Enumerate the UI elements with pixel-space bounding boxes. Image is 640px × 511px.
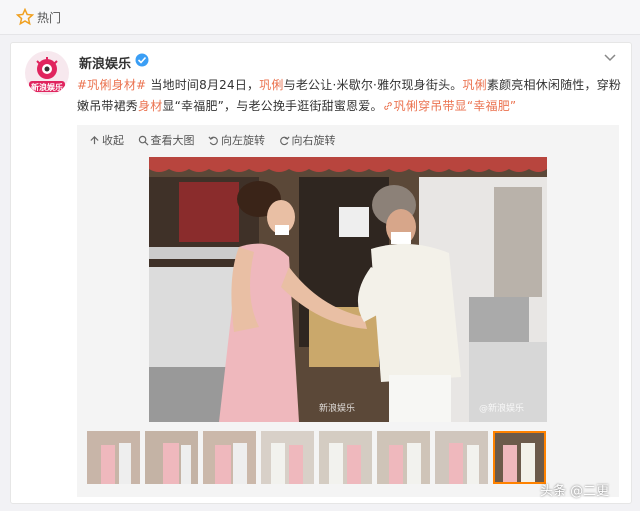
thumbnail[interactable] [319, 431, 372, 484]
photo-watermark: 新浪娱乐 [319, 404, 356, 414]
keyword-highlight: 身材 [138, 99, 163, 113]
thumbnail[interactable] [87, 431, 140, 484]
rotate-left-label: 向左旋转 [221, 134, 265, 147]
view-large-label: 查看大图 [150, 134, 195, 147]
photo-watermark-weibo: @新浪娱乐 [479, 404, 525, 414]
thumbnail[interactable] [145, 431, 198, 484]
corner-watermark: 头条 @二更 [540, 484, 610, 499]
rotate-right-label: 向右旋转 [291, 134, 336, 147]
text-seg: 与老公让·米歇尔·雅尔现身街头。 [283, 78, 463, 92]
link-icon [383, 102, 392, 110]
thumbnail-active[interactable] [493, 431, 546, 484]
thumbnail[interactable] [261, 431, 314, 484]
post-card: 新浪娱乐 新浪娱乐 #巩俐身材# 当地时间8月24日，巩俐与老公让·米歇尔·雅尔… [10, 42, 632, 504]
post-text: #巩俐身材# 当地时间8月24日，巩俐与老公让·米歇尔·雅尔现身街头。巩俐素颜亮… [77, 75, 622, 117]
thumbnail[interactable] [435, 431, 488, 484]
collapse-icon [90, 135, 99, 144]
view-large-button[interactable]: 查看大图 [138, 132, 195, 148]
hashtag-link[interactable]: #巩俐身材# [77, 78, 146, 92]
rotate-right-icon [279, 135, 290, 145]
thumbnail[interactable] [377, 431, 430, 484]
magnifier-icon [138, 135, 149, 146]
rotate-right-button[interactable]: 向右旋转 [279, 132, 336, 148]
verified-icon [135, 53, 149, 67]
rotate-left-icon [208, 135, 218, 145]
keyword-highlight: 巩俐 [259, 78, 284, 92]
media-box: 收起 查看大图 向左旋转 向右旋转 新浪娱乐 @新浪娱乐 [77, 125, 619, 497]
text-seg: 当地时间8月24日， [146, 78, 260, 92]
article-link[interactable]: 巩俐穿吊带显“幸福肥” [394, 99, 517, 113]
author-name[interactable]: 新浪娱乐 [79, 53, 131, 72]
chevron-down-icon[interactable] [603, 53, 617, 63]
top-bar: 热门 [0, 0, 640, 35]
star-icon [16, 8, 34, 26]
street-scene-image [149, 157, 547, 422]
main-photo[interactable]: 新浪娱乐 @新浪娱乐 [149, 157, 547, 422]
avatar[interactable]: 新浪娱乐 [25, 51, 69, 95]
keyword-highlight: 巩俐 [462, 78, 487, 92]
thumbnail[interactable] [203, 431, 256, 484]
avatar-logo-text: 新浪娱乐 [31, 83, 63, 92]
collapse-button[interactable]: 收起 [89, 132, 124, 148]
collapse-label: 收起 [102, 134, 124, 147]
text-seg: 显“幸福肥”，与老公挽手逛街甜蜜恩爱。 [162, 99, 383, 113]
hot-label: 热门 [37, 11, 62, 25]
image-toolbar: 收起 查看大图 向左旋转 向右旋转 [89, 132, 346, 148]
rotate-left-button[interactable]: 向左旋转 [208, 132, 265, 148]
